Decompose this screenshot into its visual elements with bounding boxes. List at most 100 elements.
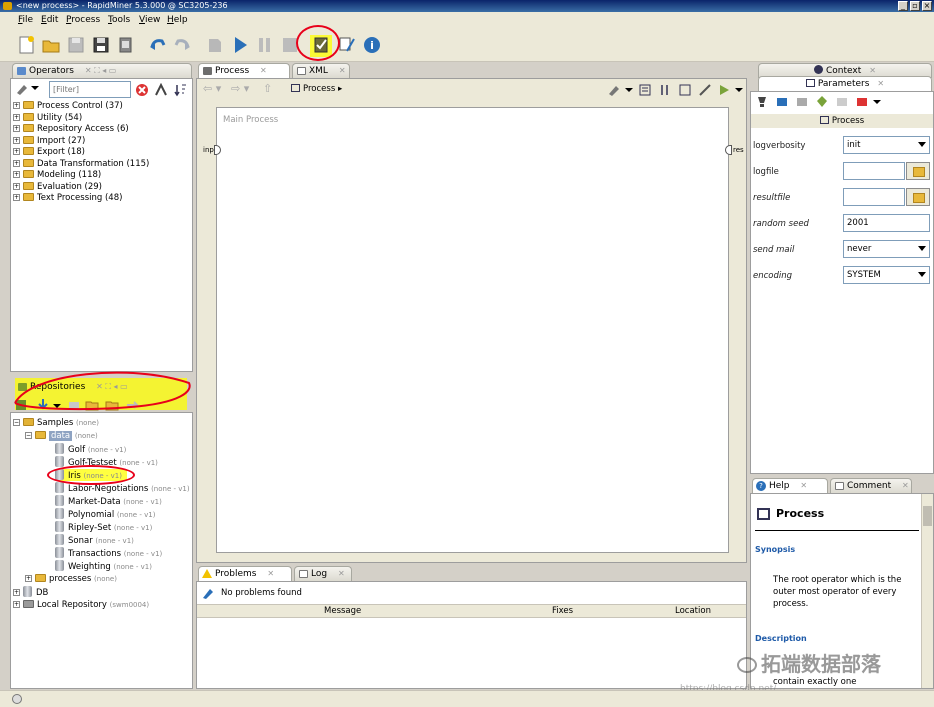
expand-icon[interactable]: + [13,148,20,155]
column-message[interactable]: Message [324,606,361,616]
clear-filter-icon[interactable] [135,83,149,97]
up-arrow-icon[interactable]: ⇧ [263,82,272,95]
tab-problems[interactable]: Problems ✕ [198,566,292,581]
tab-process[interactable]: Process ✕ [198,63,290,78]
tree-item-local-repository[interactable]: + Local Repository (swm0004) [13,599,149,611]
close-icon[interactable]: ✕ [339,66,346,75]
back-arrow-icon[interactable]: ⇦ ▾ [203,82,221,95]
dropdown-arrow-icon[interactable] [873,100,881,104]
tab-xml[interactable]: XML ✕ [292,63,350,78]
menu-help[interactable]: Help [167,15,188,25]
menu-view[interactable]: View [139,15,160,25]
pause-icon[interactable] [255,35,275,55]
encoding-select[interactable]: SYSTEM [843,266,930,284]
logverbosity-select[interactable]: init [843,136,930,154]
dropdown-arrow-icon[interactable] [31,86,39,90]
dropdown-arrow-icon[interactable] [735,88,743,92]
expand-icon[interactable]: + [13,160,20,167]
logfile-browse-button[interactable] [906,162,930,180]
expand-icon[interactable]: + [13,589,20,596]
random-seed-input[interactable]: 2001 [843,214,930,232]
tree-item-repository-access[interactable]: + Repository Access (6) [13,123,129,135]
close-icon[interactable]: ✕ [800,481,807,490]
close-icon[interactable]: ✕ [902,481,909,490]
send-mail-select[interactable]: never [843,240,930,258]
resultfile-browse-button[interactable] [906,188,930,206]
close-icon[interactable]: ✕ [877,79,884,88]
repo-entry-market-data[interactable]: Market-Data (none - v1) [55,495,162,507]
run-icon[interactable] [230,35,250,55]
print-icon[interactable] [116,35,136,55]
tab-parameters[interactable]: Parameters ✕ [758,76,932,91]
fit-icon[interactable] [678,83,692,97]
sort-icon[interactable] [173,83,187,97]
expert-mode-icon[interactable] [755,95,769,109]
repo-entry-transactions[interactable]: Transactions (none - v1) [55,547,162,559]
menu-file[interactable]: File [18,15,33,25]
column-fixes[interactable]: Fixes [552,606,573,616]
process-canvas[interactable]: Main Process [216,107,729,553]
logfile-input[interactable] [843,162,905,180]
repo-entry-golf[interactable]: Golf (none - v1) [55,443,126,455]
scroll-thumb[interactable] [923,506,932,526]
operator-option-icon[interactable] [795,95,809,109]
close-icon[interactable]: ✕ [338,569,345,578]
tree-item-text-processing[interactable]: + Text Processing (48) [13,192,122,204]
tree-item-processes[interactable]: + processes (none) [25,573,117,585]
expand-icon[interactable]: + [13,102,20,109]
step-back-icon[interactable] [205,35,225,55]
repo-entry-weighting[interactable]: Weighting (none - v1) [55,560,152,572]
undo-icon[interactable] [148,35,168,55]
auto-wire-icon[interactable] [607,83,621,97]
enable-icon[interactable] [815,95,829,109]
resultfile-input[interactable] [843,188,905,206]
column-location[interactable]: Location [675,606,711,616]
sort-operators-icon[interactable] [658,83,672,97]
tab-operators[interactable]: Operators ✕ ⛶ ◂ ▭ [12,63,192,78]
tree-item-modeling[interactable]: + Modeling (118) [13,169,101,181]
tree-item-db[interactable]: + DB [13,586,48,598]
repo-entry-ripley-set[interactable]: Ripley-Set (none - v1) [55,521,152,533]
menu-tools[interactable]: Tools [108,15,130,25]
info-icon[interactable]: i [362,35,382,55]
expand-icon[interactable]: + [13,137,20,144]
expand-icon[interactable]: + [13,183,20,190]
operator-filter-input[interactable] [49,81,131,98]
minimize-button[interactable]: _ [898,1,908,11]
arrange-icon[interactable] [638,83,652,97]
tree-item-export[interactable]: + Export (18) [13,146,85,158]
maximize-button[interactable]: ▫ [910,1,920,11]
tab-help[interactable]: ? Help ✕ [752,478,828,493]
tab-comment[interactable]: Comment ✕ [830,478,912,493]
expert-filter-icon[interactable] [154,83,168,97]
redo-icon[interactable] [172,35,192,55]
expand-icon[interactable]: + [13,171,20,178]
parameters-option-icon[interactable] [775,95,789,109]
menu-edit[interactable]: Edit [41,15,58,25]
output-port[interactable] [725,145,732,155]
expand-icon[interactable]: + [13,194,20,201]
tab-log[interactable]: Log ✕ [294,566,352,581]
save-as-icon[interactable] [91,35,111,55]
tree-item-process-control[interactable]: + Process Control (37) [13,100,123,112]
dropdown-arrow-icon[interactable] [625,88,633,92]
quick-fix-icon[interactable] [201,586,215,600]
close-icon[interactable]: ✕ ⛶ ◂ ▭ [85,66,117,75]
tree-item-data-folder[interactable]: − data (none) [25,430,98,442]
collapse-icon[interactable]: − [25,432,32,439]
process-breadcrumb[interactable]: Process ▸ [291,84,342,94]
expand-icon[interactable]: + [13,601,20,608]
breakpoint-icon[interactable] [835,95,849,109]
tree-item-samples[interactable]: − Samples (none) [13,417,99,429]
expand-icon[interactable]: + [13,114,20,121]
new-operator-icon[interactable] [15,82,29,96]
new-file-icon[interactable] [16,35,36,55]
repo-entry-polynomial[interactable]: Polynomial (none - v1) [55,508,155,520]
connect-icon[interactable] [698,83,712,97]
expand-icon[interactable]: + [13,125,20,132]
repo-entry-sonar[interactable]: Sonar (none - v1) [55,534,134,546]
chart-check-icon[interactable] [337,35,357,55]
run-process-icon[interactable] [717,83,731,97]
forward-arrow-icon[interactable]: ⇨ ▾ [231,82,249,95]
close-icon[interactable]: ✕ [869,66,876,75]
